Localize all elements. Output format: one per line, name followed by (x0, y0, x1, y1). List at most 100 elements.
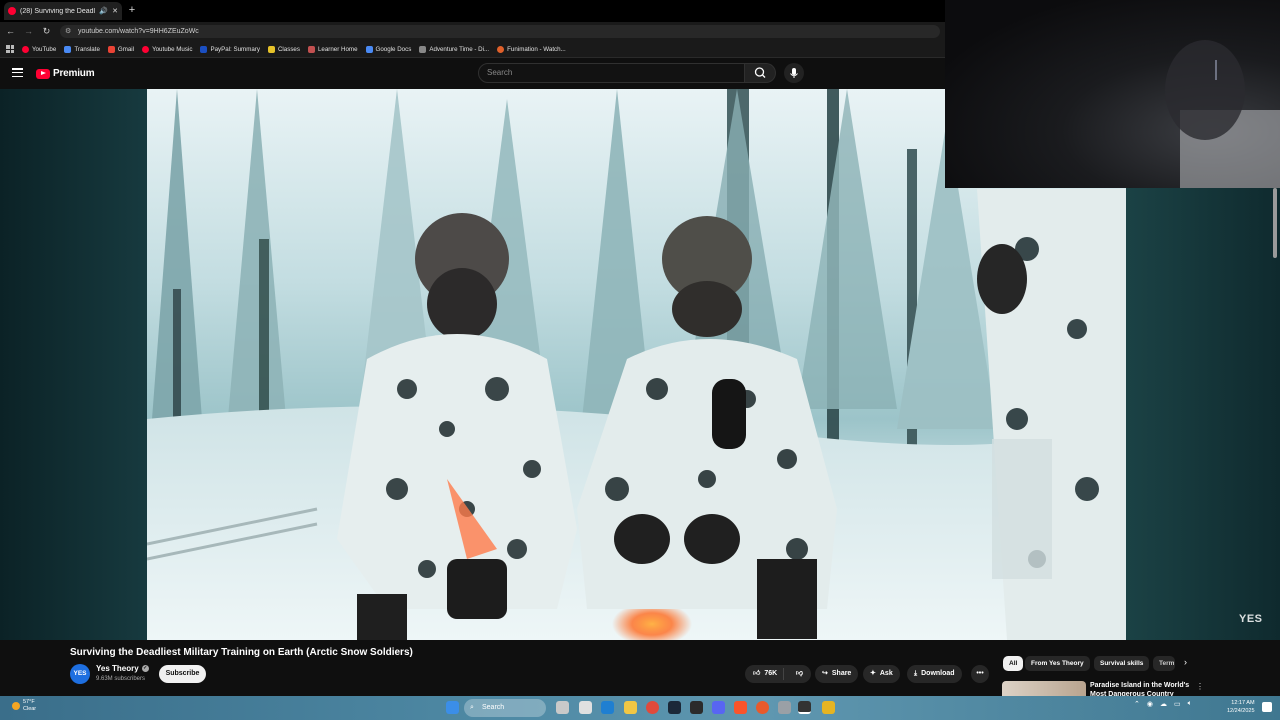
app-icon[interactable] (690, 701, 703, 714)
chip-all[interactable]: All (1003, 656, 1024, 671)
youtube-logo[interactable]: Premium (36, 68, 95, 79)
bookmark-translate[interactable]: Translate (64, 45, 100, 53)
hamburger-menu-icon[interactable] (12, 68, 23, 77)
gmail-icon (107, 45, 115, 53)
weather-widget[interactable]: 57°F Clear (12, 699, 36, 713)
close-tab-icon[interactable]: ✕ (112, 7, 118, 15)
bookmark-youtube-music[interactable]: Youtube Music (142, 45, 192, 53)
channel-name[interactable]: Yes Theory ✓ (96, 664, 149, 673)
subscriber-count: 9.63M subscribers (96, 676, 146, 682)
steam-icon[interactable] (668, 701, 681, 714)
youtube-play-icon (36, 68, 50, 79)
search-icon (754, 67, 766, 78)
microphone-icon (790, 68, 798, 78)
notification-icon[interactable] (1262, 702, 1272, 712)
clock[interactable]: 12:17 AM 12/24/2025 (1227, 699, 1255, 715)
like-dislike-group: 👍︎ 76K 👎︎ (745, 665, 811, 683)
active-app-icon[interactable] (798, 701, 811, 714)
voice-search-button[interactable] (784, 63, 804, 83)
copilot-icon[interactable] (556, 701, 569, 714)
file-explorer-icon[interactable] (624, 701, 637, 714)
channel-avatar[interactable]: YES (70, 664, 90, 684)
speaker-icon[interactable]: 🔊 (99, 7, 108, 15)
paypal-icon (200, 45, 208, 53)
warning-icon[interactable] (822, 701, 835, 714)
chevron-right-icon[interactable]: › (1184, 657, 1187, 667)
start-icon[interactable] (446, 701, 459, 714)
classes-icon (267, 45, 275, 53)
thumbs-down-icon: 👎︎ (795, 670, 803, 677)
display-icon[interactable]: ▭ (1174, 700, 1181, 708)
youtube-favicon-icon (8, 7, 16, 15)
volume-icon[interactable]: 🔈︎ (1188, 700, 1192, 708)
bookmark-google-docs[interactable]: Google Docs (365, 45, 411, 53)
browser-tab[interactable]: (28) Surviving the Deadliest 🔊 ✕ (4, 2, 122, 20)
chip-from-yes-theory[interactable]: From Yes Theory (1025, 656, 1090, 671)
taskbar-search[interactable]: ⌕ Search (464, 699, 546, 717)
back-arrow-icon[interactable]: ← (4, 25, 17, 38)
google-docs-icon (365, 45, 373, 53)
like-count: 76K (764, 670, 778, 677)
learner-home-icon (307, 45, 315, 53)
sparkle-icon: ✦ (870, 670, 876, 677)
search-icon: ⌕ (470, 704, 474, 711)
bookmark-paypal[interactable]: PayPal: Summary (200, 45, 260, 53)
bookmark-classes[interactable]: Classes (267, 45, 300, 53)
cloud-icon[interactable]: ☁ (1160, 700, 1167, 708)
video-details: Surviving the Deadliest Military Trainin… (0, 640, 1280, 696)
share-icon: ↪ (822, 670, 828, 677)
url-text: youtube.com/watch?v=9HH6ZEuZoWc (78, 28, 199, 35)
brave-icon[interactable] (734, 701, 747, 714)
edge-icon[interactable] (601, 701, 614, 714)
site-info-icon[interactable]: ⚙ (65, 25, 71, 38)
forward-arrow-icon[interactable]: → (22, 25, 35, 38)
video-title: Surviving the Deadliest Military Trainin… (70, 647, 413, 658)
network-icon[interactable]: ◉ (1147, 700, 1153, 708)
download-button[interactable]: ⤓ Download (907, 665, 962, 683)
bookmark-youtube[interactable]: YouTube (22, 45, 56, 53)
ambient-glow-left (0, 89, 147, 640)
bookmarks-bar: YouTube Translate Gmail Youtube Music Pa… (0, 41, 945, 58)
windows-taskbar: 57°F Clear ⌕ Search ⌃ ◉ ☁ ▭ 🔈︎ 12:17 AM 1… (0, 696, 1280, 720)
youtube-header: Premium Search (0, 58, 945, 89)
dislike-button[interactable]: 👎︎ (788, 665, 811, 683)
bookmark-learner-home[interactable]: Learner Home (307, 45, 358, 53)
address-toolbar: ← → ↻ ⚙ youtube.com/watch?v=9HH6ZEuZoWc (0, 22, 945, 41)
new-tab-button[interactable]: + (126, 2, 138, 18)
verified-check-icon: ✓ (141, 665, 149, 672)
more-actions-button[interactable]: ••• (971, 665, 989, 683)
chip-survival-skills[interactable]: Survival skills (1094, 656, 1150, 671)
settings-icon[interactable] (778, 701, 791, 714)
media-icon[interactable] (756, 701, 769, 714)
recommendation-title[interactable]: Paradise Island in the World's Most Dang… (1090, 681, 1190, 696)
page-scrollbar[interactable] (1273, 188, 1277, 258)
bookmark-funimation[interactable]: Funimation - Watch... (497, 45, 566, 53)
discord-icon[interactable] (712, 701, 725, 714)
search-button[interactable] (745, 63, 776, 83)
ask-button[interactable]: ✦ Ask (863, 665, 900, 683)
channel-watermark[interactable]: YES (1239, 613, 1263, 625)
share-button[interactable]: ↪ Share (815, 665, 859, 683)
reload-icon[interactable]: ↻ (40, 25, 53, 38)
chevron-up-icon[interactable]: ⌃ (1134, 700, 1140, 708)
youtube-icon (22, 45, 29, 53)
bookmark-gmail[interactable]: Gmail (107, 45, 134, 53)
apps-grid-icon[interactable] (6, 45, 14, 53)
chrome-icon[interactable] (646, 701, 659, 714)
system-tray[interactable]: ⌃ ◉ ☁ ▭ 🔈︎ (1134, 700, 1192, 708)
url-field[interactable]: ⚙ youtube.com/watch?v=9HH6ZEuZoWc (60, 25, 940, 38)
like-button[interactable]: 👍︎ 76K (745, 668, 784, 680)
bookmark-adventure-time[interactable]: Adventure Time - Di... (419, 45, 489, 53)
webcam-overlay (945, 0, 1280, 188)
subscribe-button[interactable]: Subscribe (159, 665, 206, 683)
premium-label: Premium (53, 68, 95, 79)
search-input[interactable]: Search (478, 63, 745, 83)
more-vertical-icon[interactable]: ⋮ (1196, 682, 1204, 691)
task-view-icon[interactable] (579, 701, 592, 714)
translate-icon (64, 45, 72, 53)
adventure-time-icon (419, 45, 427, 53)
youtube-music-icon (142, 45, 150, 53)
recommendation-thumbnail[interactable] (1002, 681, 1086, 696)
tab-title: (28) Surviving the Deadliest (20, 7, 95, 15)
chip-term[interactable]: Term (1153, 656, 1175, 671)
